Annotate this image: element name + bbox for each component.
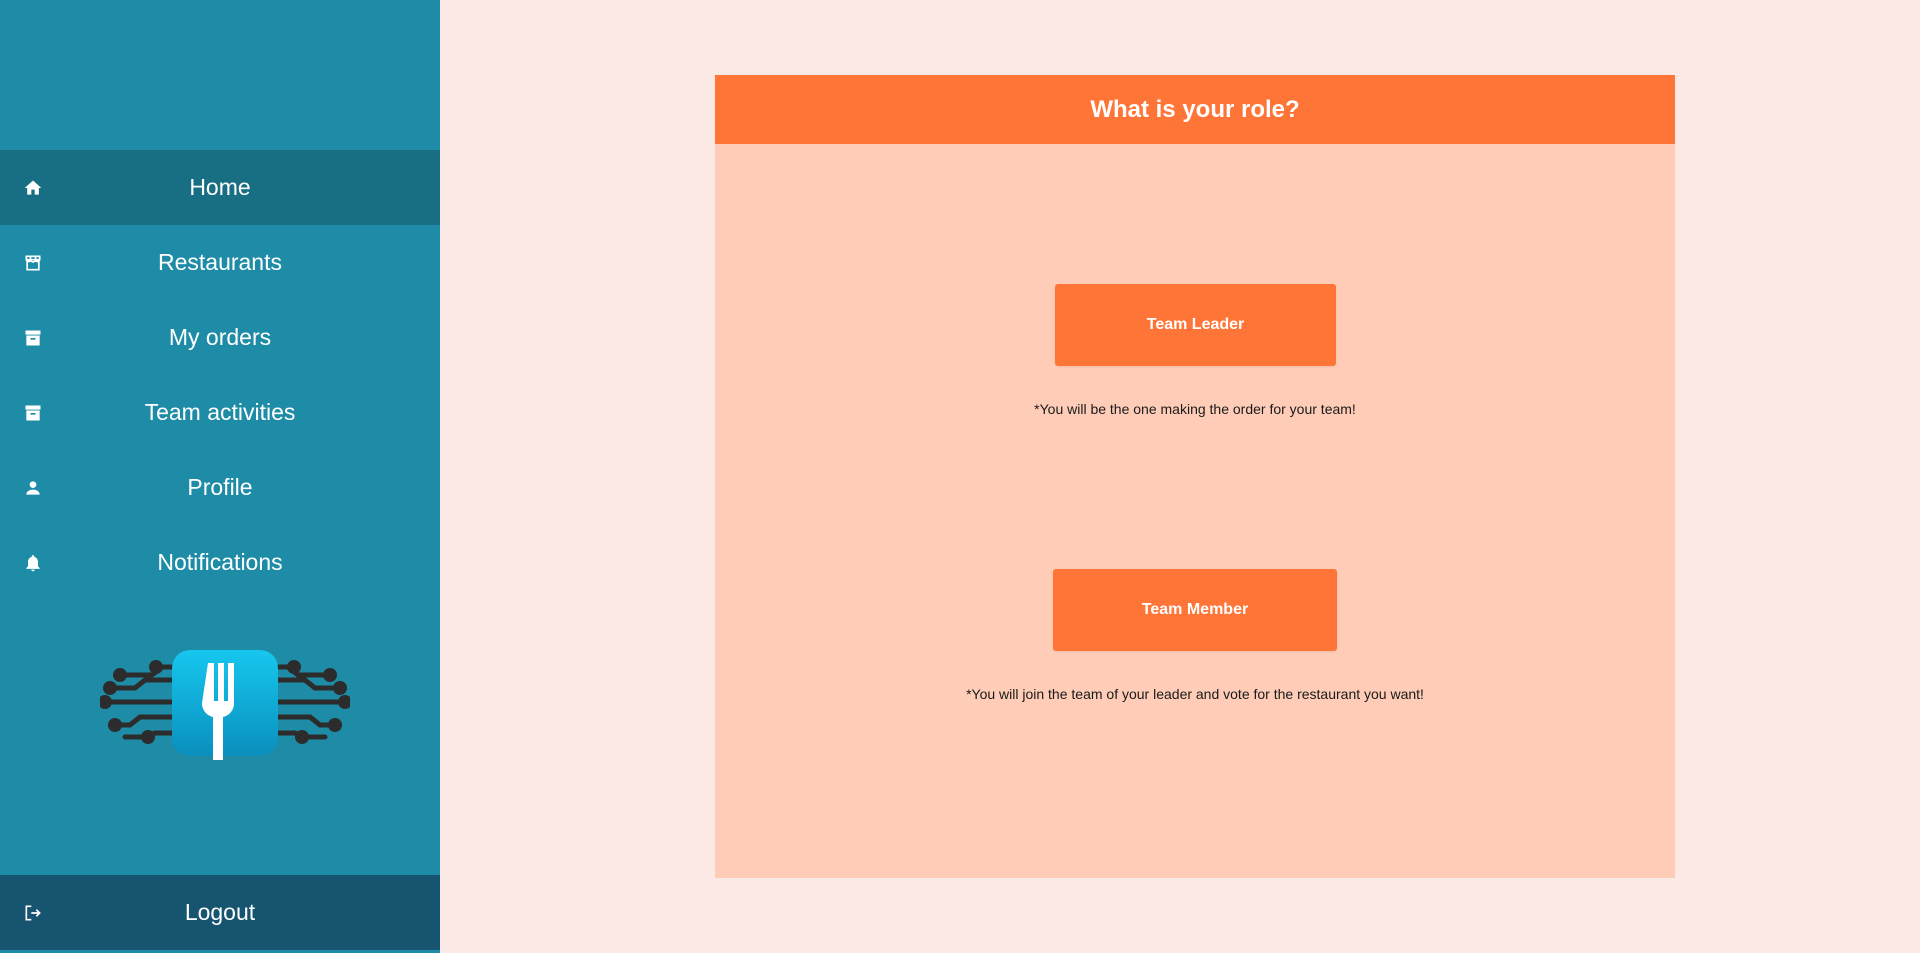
sidebar-item-restaurants[interactable]: Restaurants [0, 225, 440, 300]
home-icon [22, 177, 44, 199]
sidebar-item-label: Restaurants [157, 249, 282, 275]
sidebar-item-label: Notifications [157, 549, 283, 575]
sidebar-item-profile[interactable]: Profile [0, 450, 440, 525]
team-member-note: *You will join the team of your leader a… [966, 686, 1424, 702]
archive-icon [22, 327, 44, 349]
card-header: What is your role? [715, 75, 1675, 144]
sidebar-item-home[interactable]: Home [0, 150, 440, 225]
archive-icon [22, 402, 44, 424]
logout-button[interactable]: Logout [0, 875, 440, 950]
fork-circuit-logo [98, 645, 352, 760]
logout-icon [22, 902, 44, 924]
sidebar-item-notifications[interactable]: Notifications [0, 525, 440, 600]
role-card: What is your role? Team Leader *You will… [715, 75, 1675, 878]
page-title: What is your role? [1090, 95, 1300, 123]
sidebar-item-label: Team activities [144, 399, 296, 425]
team-leader-note: *You will be the one making the order fo… [1034, 401, 1356, 417]
sidebar-item-label: Home [189, 174, 251, 200]
sidebar: Home Restaurants My orders Team activiti… [0, 0, 440, 953]
sidebar-item-my-orders[interactable]: My orders [0, 300, 440, 375]
sidebar-item-label: Profile [187, 474, 253, 500]
person-icon [22, 477, 44, 499]
sidebar-item-label: My orders [168, 324, 272, 350]
bell-icon [22, 552, 44, 574]
logout-label: Logout [184, 899, 256, 925]
team-leader-button[interactable]: Team Leader [1055, 284, 1336, 366]
storefront-icon [22, 252, 44, 274]
sidebar-item-team-activities[interactable]: Team activities [0, 375, 440, 450]
team-member-button[interactable]: Team Member [1053, 569, 1337, 651]
